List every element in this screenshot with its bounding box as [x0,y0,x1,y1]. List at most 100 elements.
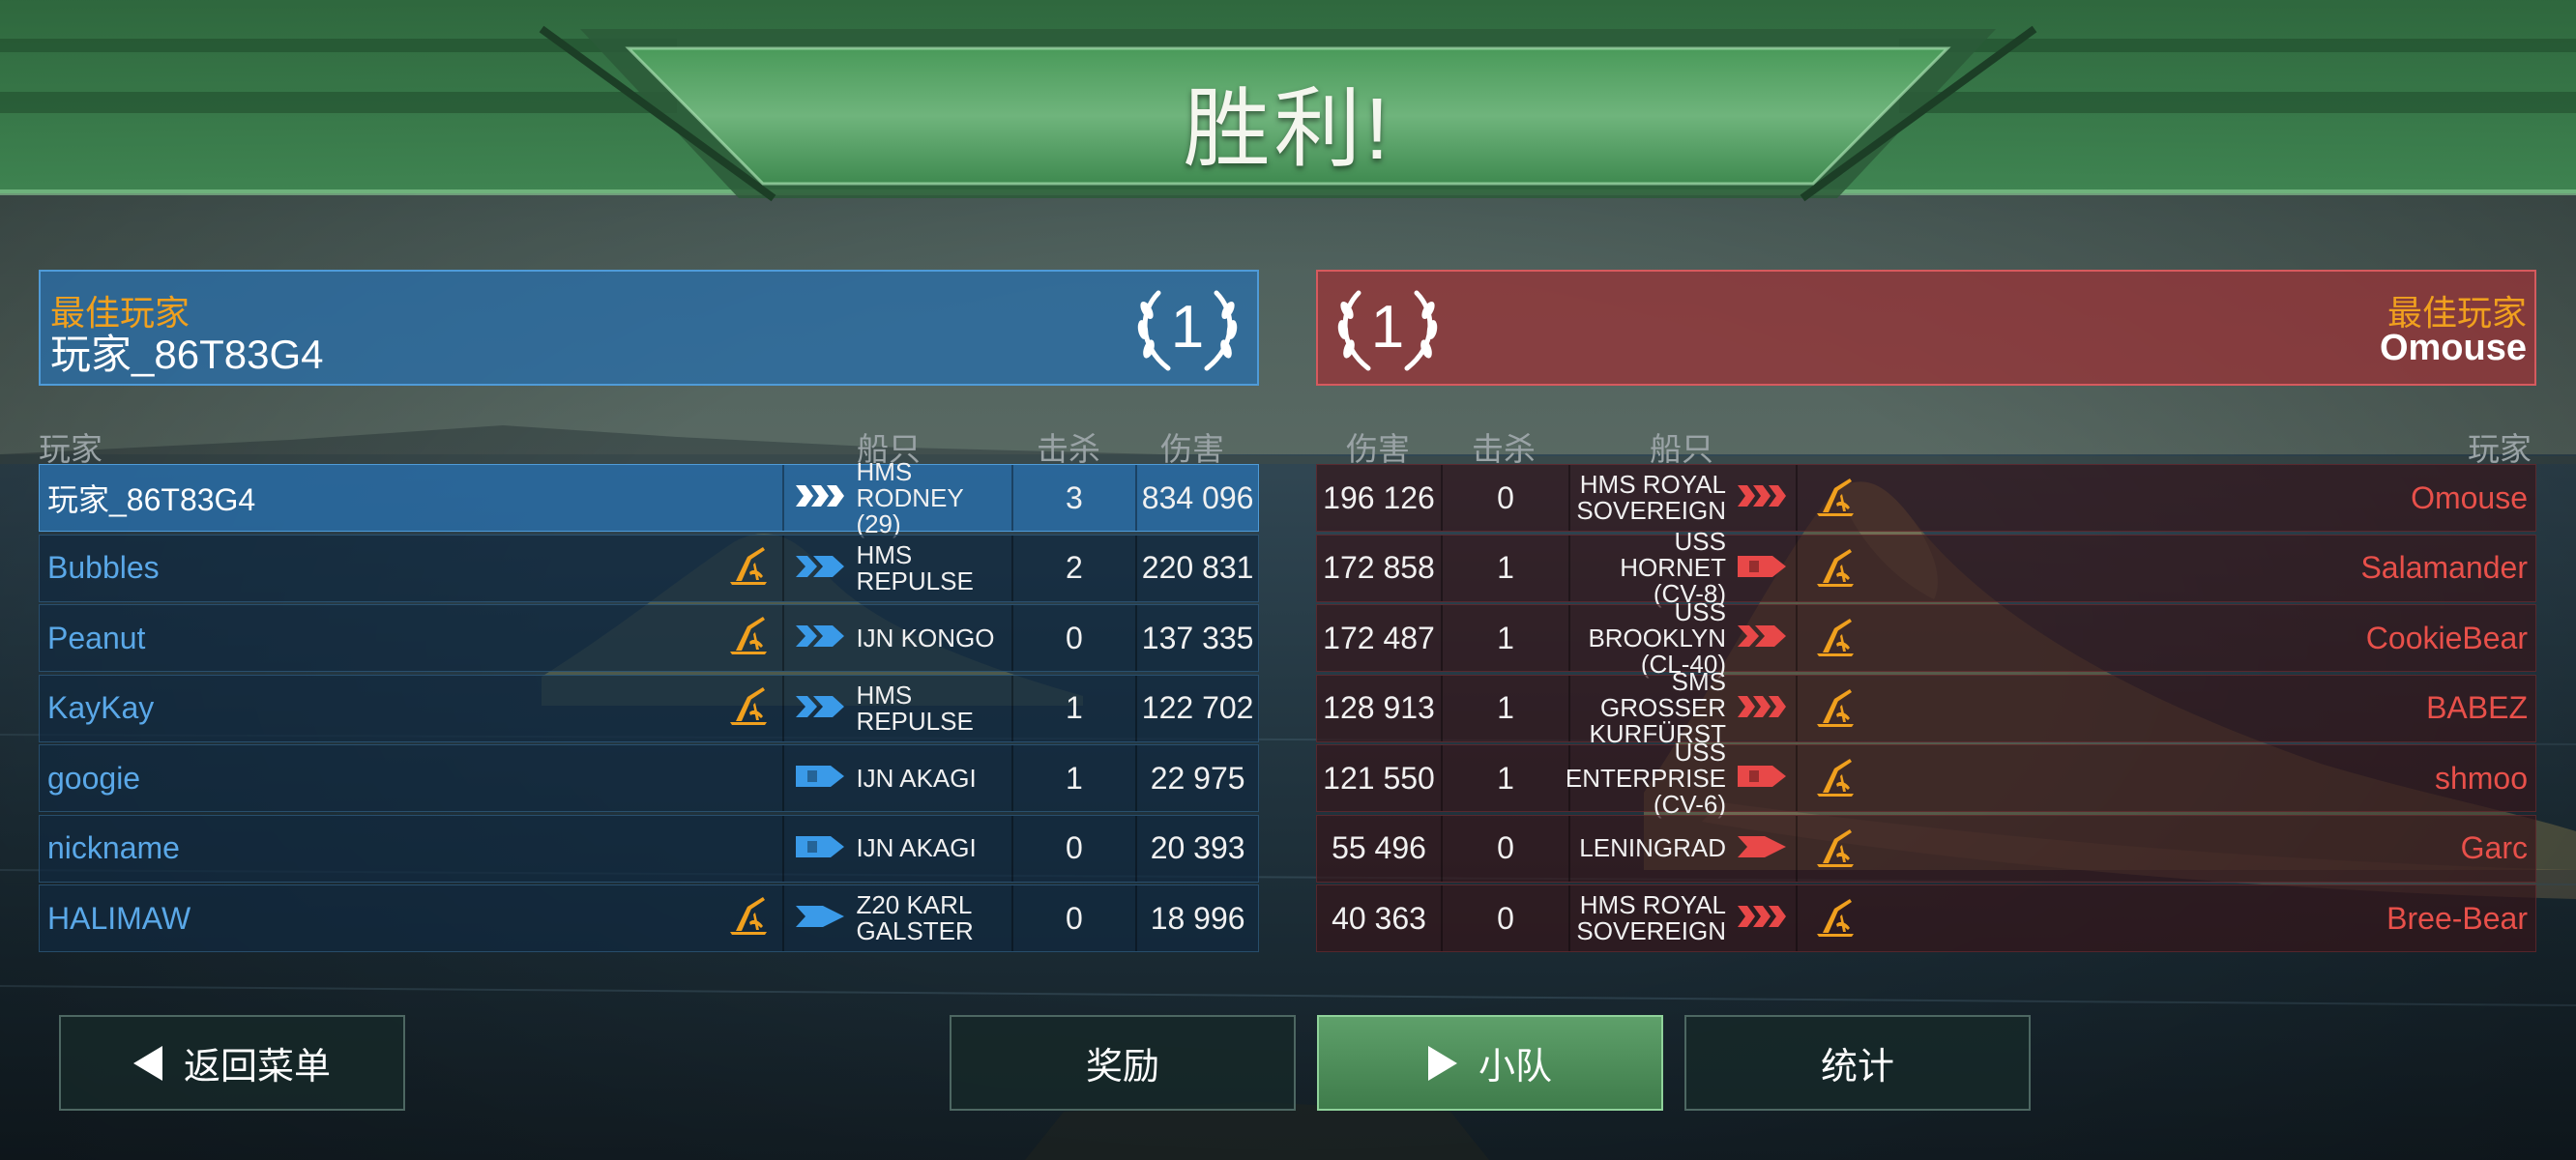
victory-title: 胜利! [1183,81,1393,178]
ship-name-line2: (CV-6) [1653,789,1726,819]
table-row[interactable]: Peanut IJN KONGO 0 137 335 [39,604,1259,672]
crane-icon [1813,685,1858,732]
ship-name-line1: IJN AKAGI [856,833,977,862]
kills-cell: 1 [1441,535,1568,601]
battlecruiser-icon [794,622,846,654]
table-row[interactable]: 40 363 0 HMS ROYAL SOVEREIGN Bree-Bear [1316,884,2536,952]
squad-label: 小队 [1478,1047,1552,1088]
best-player-rank: 1 [1170,294,1205,361]
player-name[interactable]: nickname [40,816,782,882]
player-name[interactable]: Bree-Bear [1873,885,2535,951]
ship-name: HMS ROYAL SOVEREIGN [1576,892,1726,944]
table-row[interactable]: KayKay HMS REPULSE 1 122 702 [39,674,1259,742]
damage-cell: 40 363 [1332,900,1426,936]
player-name[interactable]: BABEZ [1873,676,2535,741]
table-row[interactable]: 55 496 0 LENINGRAD Garc [1316,814,2536,883]
player-name-text: nickname [47,830,180,865]
player-name[interactable]: CookieBear [1873,605,2535,671]
player-name-text: shmoo [2434,760,2528,796]
enemy-team-table: 196 126 0 HMS ROYAL SOVEREIGN Omouse 172 858 1… [1316,464,2536,955]
rewards-label: 奖励 [1085,1047,1159,1088]
player-name[interactable]: Peanut [40,605,782,671]
ship-name: IJN KONGO [856,624,994,652]
rewards-button[interactable]: 奖励 [950,1015,1296,1111]
crane-cell [1796,885,1873,951]
crane-cell [1796,605,1873,671]
kills-cell: 0 [1441,465,1568,531]
ship-name: HMS REPULSE [856,541,1010,594]
table-row[interactable]: 121 550 1 USS ENTERPRISE (CV-6) shmoo [1316,739,2536,817]
header-damage-left: 伤害 [1160,431,1224,467]
back-to-menu-label: 返回菜单 [183,1047,331,1088]
best-player-ally: 最佳玩家 玩家_86T83G4 1 [39,270,1259,386]
ship-name: Z20 KARL GALSTER [856,892,973,944]
player-name-text: Peanut [47,620,146,655]
table-row[interactable]: 196 126 0 HMS ROYAL SOVEREIGN Omouse [1316,464,2536,532]
table-row[interactable]: HALIMAW Z20 KARL GALSTER 0 18 996 [39,884,1259,952]
battleship-icon [1736,692,1788,725]
player-name[interactable]: 玩家_86T83G4 [40,465,782,531]
back-to-menu-button[interactable]: 返回菜单 [59,1015,405,1111]
table-row[interactable]: 172 858 1 USS HORNET (CV-8) Salamander [1316,529,2536,607]
player-name-text: KayKay [47,690,155,725]
player-name-text: Salamander [2360,550,2528,585]
stats-button[interactable]: 统计 [1684,1015,2031,1111]
header-player-left: 玩家 [39,431,102,467]
ship-name-line1: Z20 KARL [856,890,973,919]
crane-icon [726,893,771,943]
player-name[interactable]: shmoo [1873,745,2535,811]
table-row[interactable]: 玩家_86T83G4 HMS RODNEY (29) 3 834 096 [39,458,1259,536]
player-name[interactable]: Salamander [1873,536,2535,601]
player-name[interactable]: KayKay [40,676,782,741]
stats-label: 统计 [1820,1047,1894,1088]
ship-cell: HMS ROYAL SOVEREIGN [1568,885,1796,951]
header-kills-right: 击杀 [1472,431,1536,467]
ship-cell: USS HORNET (CV-8) [1568,529,1796,607]
kills-cell: 1 [1010,745,1136,811]
damage-cell: 121 550 [1323,760,1435,796]
crane-icon [1813,755,1858,801]
player-name[interactable]: Bubbles [40,536,782,601]
ship-cell: HMS RODNEY (29) [782,458,1010,536]
battleship-icon [794,481,846,514]
ship-cell: Z20 KARL GALSTER [782,885,1010,951]
player-name-text: HALIMAW [47,900,191,936]
ship-name-line2: (29) [856,508,901,538]
player-name-text: 玩家_86T83G4 [47,482,256,517]
player-name[interactable]: googie [40,745,782,811]
table-row[interactable]: googie IJN AKAGI 1 22 975 [39,744,1259,812]
player-name-text: Bree-Bear [2386,900,2528,936]
best-player-enemy: 最佳玩家 Omouse 1 [1316,270,2536,386]
ship-name-line1: LENINGRAD [1579,833,1726,862]
table-row[interactable]: nickname IJN AKAGI 0 20 393 [39,814,1259,883]
player-name[interactable]: Garc [1873,816,2535,882]
crane-icon [1813,545,1858,592]
player-name[interactable]: Omouse [1873,465,2535,531]
kills-cell: 0 [1441,815,1568,882]
header-player-right: 玩家 [2468,431,2532,467]
table-row[interactable]: 172 487 1 USS BROOKLYN (CL-40) CookieBear [1316,598,2536,677]
ship-cell: IJN AKAGI [782,815,1010,882]
ship-cell: IJN AKAGI [782,745,1010,811]
ship-cell: LENINGRAD [1568,815,1796,882]
carrier-icon [794,762,846,795]
carrier-icon [794,832,846,865]
ship-cell: USS ENTERPRISE (CV-6) [1566,739,1796,817]
kills-cell: 0 [1010,605,1136,671]
table-row[interactable]: Bubbles HMS REPULSE 2 220 831 [39,534,1259,602]
squad-button[interactable]: 小队 [1317,1015,1663,1111]
damage-cell: 834 096 [1135,465,1258,531]
header-ship-right: 船只 [1650,431,1713,467]
table-row[interactable]: 128 913 1 SMS GROSSER KURFÜRST BABEZ [1316,669,2536,747]
best-player-rank: 1 [1370,294,1405,361]
crane-icon [1813,615,1858,661]
ship-cell: HMS REPULSE [782,535,1010,601]
play-arrow-icon [1427,1045,1457,1081]
battleship-icon [1736,902,1788,935]
header-kills-left: 击杀 [1037,431,1100,467]
victory-banner: 胜利! [0,0,2576,208]
destroyer-icon [794,902,846,935]
battlecruiser-icon [1736,622,1788,654]
ship-cell: USS BROOKLYN (CL-40) [1568,598,1796,677]
player-name[interactable]: HALIMAW [40,885,782,951]
